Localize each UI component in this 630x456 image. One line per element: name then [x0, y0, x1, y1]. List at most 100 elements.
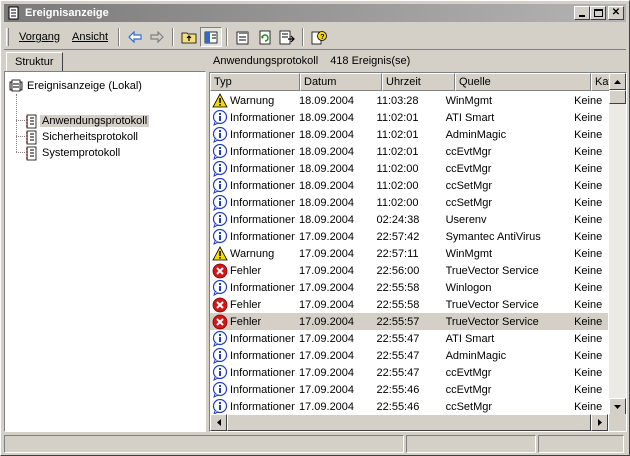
cell-kat: Keine: [570, 401, 608, 413]
table-row[interactable]: Fehler 17.09.2004 22:56:00 TrueVector Servi…: [210, 262, 608, 279]
title-bar[interactable]: Ereignisanzeige ✕: [4, 4, 626, 22]
cell-quelle: TrueVector Service: [442, 265, 570, 277]
table-row[interactable]: Informationen 18.09.2004 11:02:00 ccSetMgr K…: [210, 177, 608, 194]
vertical-scrollbar[interactable]: [609, 73, 626, 415]
cell-datum: 17.09.2004: [295, 367, 373, 379]
export-list-button[interactable]: [276, 27, 298, 47]
tree-view[interactable]: Ereignisanzeige (Lokal) Anwendungsprotok…: [4, 71, 206, 432]
cell-text: 18.09.2004: [298, 94, 355, 107]
table-row[interactable]: Informationen 18.09.2004 11:02:01 ccEvtMgr K…: [210, 143, 608, 160]
error-icon: [212, 263, 228, 278]
cell-datum: 18.09.2004: [295, 163, 373, 175]
table-row[interactable]: Informationen 17.09.2004 22:55:46 ccEvtMgr K…: [210, 381, 608, 398]
close-button[interactable]: ✕: [608, 6, 624, 20]
column-header-quelle[interactable]: Quelle: [455, 73, 591, 91]
menu-ansicht[interactable]: Ansicht: [66, 29, 114, 45]
horizontal-scrollbar[interactable]: [210, 414, 608, 431]
info-icon: [212, 177, 228, 194]
cell-uhrzeit: 11:02:01: [373, 112, 442, 124]
cell-text: ccEvtMgr: [445, 145, 492, 158]
cell-text: 22:55:46: [376, 400, 420, 413]
cell-quelle: AdminMagic: [442, 129, 570, 141]
scroll-down-button[interactable]: [609, 398, 626, 415]
help-button[interactable]: ?: [308, 27, 330, 47]
cell-datum: 17.09.2004: [295, 333, 373, 345]
scroll-left-button[interactable]: [210, 414, 227, 431]
column-header-datum[interactable]: Datum: [300, 73, 382, 91]
up-one-level-button[interactable]: [178, 27, 200, 47]
cell-quelle: Winlogon: [442, 282, 570, 294]
cell-uhrzeit: 22:55:46: [373, 384, 442, 396]
tree-item-root[interactable]: Ereignisanzeige (Lokal): [9, 78, 144, 94]
scroll-thumb[interactable]: [609, 90, 626, 104]
table-row[interactable]: Fehler 17.09.2004 22:55:58 TrueVector Servi…: [210, 296, 608, 313]
table-row[interactable]: Fehler 17.09.2004 22:55:57 TrueVector Servi…: [210, 313, 608, 330]
cell-text: Keine: [574, 230, 603, 243]
minimize-button[interactable]: [574, 6, 590, 20]
cell-text: Informationen: [230, 281, 295, 294]
tree-connector: [16, 136, 25, 137]
event-list[interactable]: Typ Datum Uhrzeit Quelle Kategorie Warnu…: [209, 72, 627, 432]
refresh-button[interactable]: [254, 27, 276, 47]
cell-text: 22:55:47: [376, 332, 420, 345]
cell-text: 18.09.2004: [298, 213, 355, 226]
status-panel-2: [406, 435, 536, 453]
cell-text: Fehler: [230, 264, 262, 277]
cell-kat: Keine: [570, 231, 608, 243]
menu-vorgang[interactable]: Vorgang: [13, 29, 66, 45]
cell-text: Informationen: [230, 196, 295, 209]
table-row[interactable]: Informationen 18.09.2004 11:02:00 ccSetMgr K…: [210, 194, 608, 211]
scroll-right-button[interactable]: [591, 414, 608, 431]
table-row[interactable]: Informationen 17.09.2004 22:55:58 Winlogon K…: [210, 279, 608, 296]
cell-typ: Informationen: [210, 177, 295, 194]
tree-item-anwendungsprotokoll[interactable]: Anwendungsprotokoll: [25, 113, 150, 129]
horizontal-scroll-thumb[interactable]: [227, 414, 591, 431]
table-row[interactable]: Informationen 17.09.2004 22:55:46 ccSetMgr K…: [210, 398, 608, 415]
cell-text: 11:03:28: [376, 94, 419, 107]
table-row[interactable]: Informationen 17.09.2004 22:55:47 AdminMagi…: [210, 347, 608, 364]
help-icon: ?: [311, 30, 327, 44]
column-header-typ[interactable]: Typ: [210, 73, 300, 91]
cell-quelle: WinMgmt: [442, 248, 570, 260]
column-header-uhrzeit[interactable]: Uhrzeit: [382, 73, 455, 91]
table-row[interactable]: Informationen 18.09.2004 11:02:01 AdminMagi…: [210, 126, 608, 143]
maximize-button[interactable]: [590, 6, 606, 20]
tab-struktur[interactable]: Struktur: [6, 52, 63, 72]
cell-typ: Fehler: [210, 314, 295, 330]
log-file-icon: [26, 146, 37, 160]
error-icon: [212, 297, 228, 312]
tree-item-systemprotokoll[interactable]: Systemprotokoll: [25, 145, 122, 161]
table-row[interactable]: Warnung 18.09.2004 11:03:28 WinMgmt Keine: [210, 92, 608, 109]
show-hide-tree-button[interactable]: [200, 27, 223, 47]
cell-text: 22:57:11: [376, 247, 419, 260]
table-row[interactable]: Informationen 18.09.2004 11:02:00 ccEvtMgr K…: [210, 160, 608, 177]
cell-text: 11:02:00: [376, 179, 419, 192]
forward-button[interactable]: [146, 27, 168, 47]
table-row[interactable]: Informationen 18.09.2004 11:02:01 ATI Smart…: [210, 109, 608, 126]
cell-text: Keine: [574, 332, 603, 345]
table-row[interactable]: Warnung 17.09.2004 22:57:11 WinMgmt Keine: [210, 245, 608, 262]
table-row[interactable]: Informationen 18.09.2004 02:24:38 Userenv Ke…: [210, 211, 608, 228]
log-title: Anwendungsprotokoll: [213, 55, 319, 67]
cell-uhrzeit: 11:02:01: [373, 129, 442, 141]
back-button[interactable]: [124, 27, 146, 47]
event-viewer-root-icon: [9, 79, 23, 92]
table-row[interactable]: Informationen 17.09.2004 22:55:47 ATI Smart…: [210, 330, 608, 347]
tree-item-sicherheitsprotokoll[interactable]: Sicherheitsprotokoll: [25, 129, 140, 145]
scroll-up-button[interactable]: [609, 73, 626, 90]
table-row[interactable]: Informationen 17.09.2004 22:55:47 ccEvtMgr K…: [210, 364, 608, 381]
properties-button[interactable]: [232, 27, 254, 47]
toolbar-grip[interactable]: [6, 28, 9, 46]
scrollbar-corner: [609, 414, 626, 431]
cell-typ: Informationen: [210, 364, 295, 381]
cell-typ: Fehler: [210, 297, 295, 313]
cell-text: Symantec AntiVirus: [445, 230, 541, 243]
cell-kat: Keine: [570, 316, 608, 328]
toolbar: Vorgang Ansicht ?: [4, 25, 626, 49]
cell-text: 17.09.2004: [298, 264, 355, 277]
cell-text: Keine: [574, 94, 603, 107]
cell-datum: 17.09.2004: [295, 265, 373, 277]
cell-quelle: ccEvtMgr: [442, 146, 570, 158]
table-row[interactable]: Informationen 17.09.2004 22:57:42 Symantec …: [210, 228, 608, 245]
warning-icon: [212, 246, 228, 261]
